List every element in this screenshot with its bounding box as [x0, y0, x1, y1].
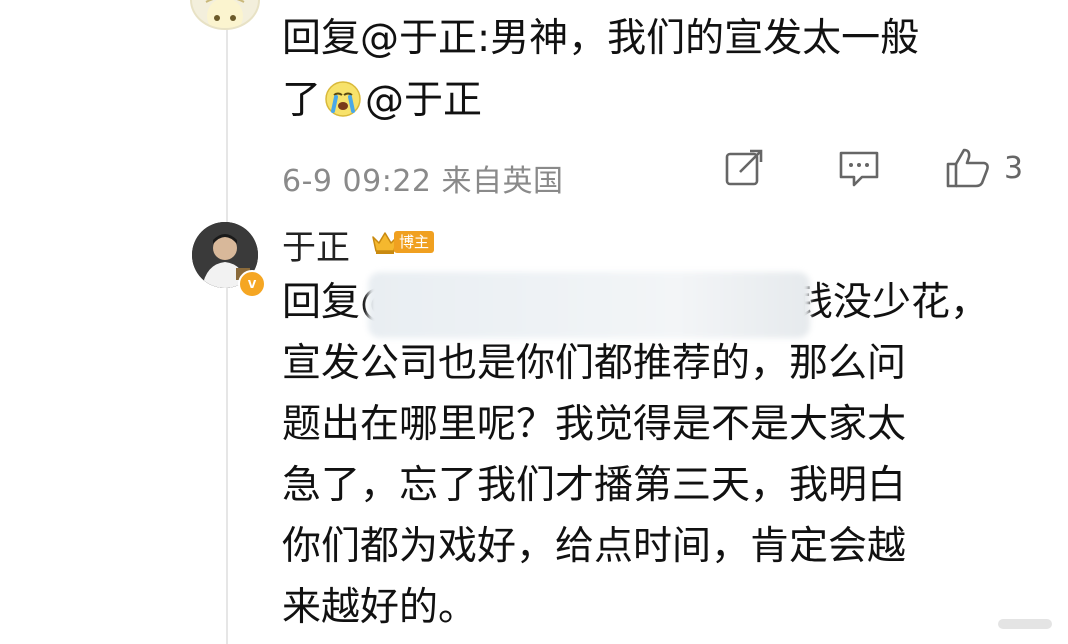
thread-line: [226, 0, 228, 644]
like-count: 3: [1004, 150, 1024, 186]
crying-emoji-icon: [323, 76, 363, 117]
avatar[interactable]: [190, 0, 260, 30]
comment-button[interactable]: [836, 146, 882, 190]
watermark: [994, 608, 1054, 638]
location-source: 来自英国: [441, 164, 564, 199]
like-button[interactable]: 3: [944, 146, 1023, 190]
timestamp: 6-9 09:22: [282, 164, 432, 199]
reply-prefix: 回复@于正:男神，我们的宣发太一般: [282, 16, 920, 61]
mention-link[interactable]: @于正: [365, 78, 482, 123]
redaction-blur: [368, 272, 810, 338]
username[interactable]: 于正: [282, 220, 350, 269]
watermark-logo-icon: [998, 619, 1052, 629]
blogger-badge: 博主: [370, 226, 435, 258]
blogger-badge-label: 博主: [394, 231, 435, 253]
reply-suffix: 了: [282, 78, 322, 123]
verified-badge-icon: v: [238, 270, 266, 298]
comment-icon: [839, 151, 879, 187]
thumbs-up-icon: [946, 148, 989, 188]
comment-reply-text: 回复@于正:男神，我们的宣发太一般 了 @于正: [282, 8, 1022, 132]
share-button[interactable]: [722, 146, 766, 190]
share-icon: [725, 149, 763, 186]
comment-meta: 6-9 09:22 来自英国: [282, 156, 564, 200]
